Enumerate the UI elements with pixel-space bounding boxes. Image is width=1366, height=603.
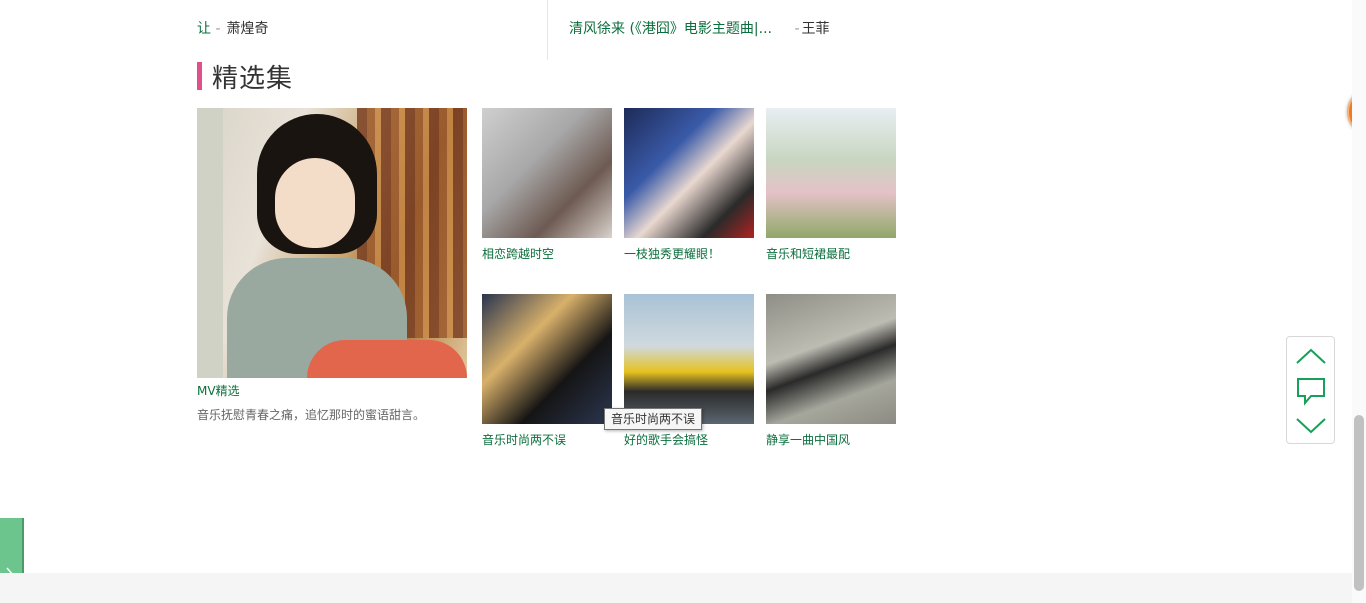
- tooltip: 音乐时尚两不误: [604, 408, 703, 430]
- album-thumbnail[interactable]: [624, 108, 754, 238]
- song-item[interactable]: 让 - 萧煌奇: [197, 18, 269, 38]
- section-header: 精选集: [197, 60, 294, 94]
- album-label[interactable]: 好的歌手会搞怪: [624, 431, 708, 448]
- scroll-top-button[interactable]: [1287, 339, 1334, 373]
- album-label[interactable]: 音乐和短裙最配: [766, 245, 850, 262]
- album-label[interactable]: 静享一曲中国风: [766, 431, 850, 448]
- separator: -: [215, 21, 221, 37]
- song-title[interactable]: 清风徐来 (《港囧》电影主题曲|...: [569, 21, 772, 37]
- song-artist[interactable]: 萧煌奇: [227, 21, 269, 37]
- song-item[interactable]: 清风徐来 (《港囧》电影主题曲|... - 王菲: [569, 18, 830, 38]
- divider: [547, 0, 548, 60]
- album-thumbnail[interactable]: [766, 108, 896, 238]
- featured-label[interactable]: MV精选: [197, 382, 240, 399]
- album-thumbnail[interactable]: [624, 294, 754, 424]
- song-artist[interactable]: 王菲: [802, 21, 830, 37]
- featured-description: 音乐抚慰青春之痛，追忆那时的蜜语甜言。: [197, 408, 426, 422]
- footer: [0, 573, 1352, 603]
- section-title: 精选集: [212, 63, 294, 94]
- album-label[interactable]: 音乐时尚两不误: [482, 431, 566, 448]
- chevron-down-icon: [1295, 418, 1326, 434]
- song-title[interactable]: 让: [197, 21, 211, 37]
- figure-book: [307, 340, 467, 378]
- album-thumbnail[interactable]: [482, 108, 612, 238]
- title-accent-bar: [197, 62, 202, 90]
- floating-nav-panel: [1286, 336, 1335, 444]
- scrollbar-thumb[interactable]: [1354, 415, 1364, 591]
- featured-thumbnail[interactable]: [197, 108, 467, 378]
- song-list-row: 让 - 萧煌奇 清风徐来 (《港囧》电影主题曲|... - 王菲: [197, 0, 897, 60]
- chevron-up-icon: [1295, 348, 1326, 364]
- separator: -: [794, 21, 800, 37]
- speech-bubble-icon: [1296, 378, 1325, 406]
- feedback-button[interactable]: [1287, 374, 1334, 408]
- song-artist-wrap: - 王菲: [794, 21, 829, 37]
- scroll-bottom-button[interactable]: [1287, 409, 1334, 443]
- album-label[interactable]: 相恋跨越时空: [482, 245, 554, 262]
- figure-face: [275, 158, 355, 248]
- album-thumbnail[interactable]: [482, 294, 612, 424]
- album-label[interactable]: 一枝独秀更耀眼！: [624, 245, 720, 262]
- shelf-left: [197, 108, 223, 378]
- album-thumbnail[interactable]: [766, 294, 896, 424]
